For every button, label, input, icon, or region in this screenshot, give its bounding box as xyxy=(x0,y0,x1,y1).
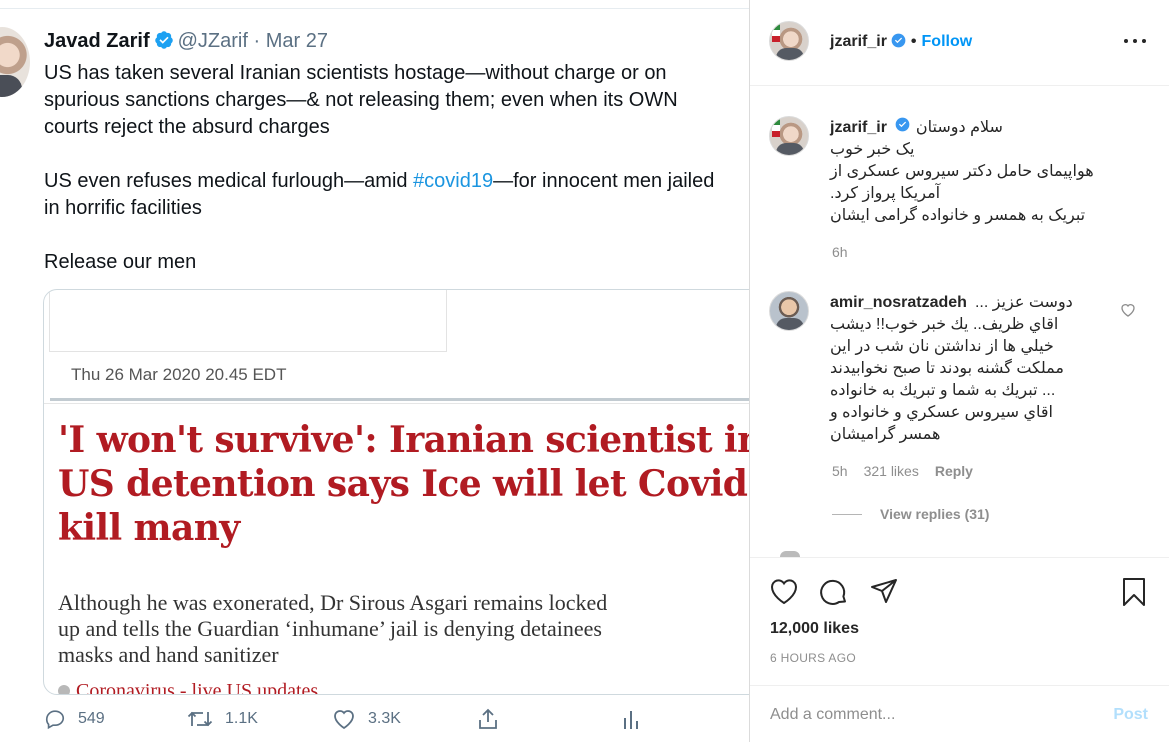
caption-text: هواپیمای حامل دکتر سیروس عسکری از xyxy=(830,163,1094,180)
post-author-username[interactable]: jzarif_ir xyxy=(830,33,887,50)
share-paper-plane-icon[interactable] xyxy=(868,576,900,608)
comment-likes[interactable]: 321 likes xyxy=(864,463,919,479)
like-icon xyxy=(334,710,354,730)
card-header-box xyxy=(49,290,447,352)
tweet-line: US has taken several Iranian scientists … xyxy=(44,62,667,84)
caption-text: سلام دوستان xyxy=(915,119,1003,136)
retweet-button[interactable]: 1.1K xyxy=(187,708,258,730)
tweet-text: US has taken several Iranian scientists … xyxy=(44,60,749,276)
tweet-date[interactable]: Mar 27 xyxy=(266,30,328,52)
add-comment-input[interactable] xyxy=(770,702,1070,728)
article-divider xyxy=(50,398,749,401)
verified-badge-icon xyxy=(154,30,174,56)
article-standfirst: Although he was exonerated, Dr Sirous As… xyxy=(58,590,749,668)
headline-line: kill many xyxy=(58,507,240,549)
avatar[interactable] xyxy=(769,116,809,156)
share-icon xyxy=(479,708,497,729)
caption-text: تبریک به همسر و خانواده گرامی ایشان xyxy=(830,207,1086,224)
post-author: jzarif_ir • Follow xyxy=(830,33,972,53)
tweet-actions: 549 1.1K 3.3K xyxy=(44,708,744,738)
comment-heart-icon[interactable] xyxy=(1120,302,1136,318)
article-divider xyxy=(44,403,749,404)
reply-button[interactable]: Reply xyxy=(935,463,973,479)
comment-text: اقاي ظريف.. يك خبر خوب!! ديشب xyxy=(830,316,1059,333)
caption-username[interactable]: jzarif_ir xyxy=(830,117,887,139)
post-actions: 12,000 likes 6 HOURS AGO xyxy=(750,557,1169,685)
retweet-icon xyxy=(187,711,213,727)
comment-time: 5h xyxy=(832,463,848,479)
tweet-separator: · xyxy=(253,30,261,52)
caption-text: آمریکا پرواز کرد. xyxy=(830,185,941,202)
reply-count: 549 xyxy=(78,710,105,727)
caption-text: یک خبر خوب xyxy=(830,141,915,158)
follow-button[interactable]: Follow xyxy=(922,33,973,50)
verified-badge-icon xyxy=(891,33,906,53)
analytics-icon xyxy=(624,711,638,729)
avatar[interactable] xyxy=(769,291,809,331)
caption-first-line: jzarif_ir سلام دوستان xyxy=(830,117,1110,139)
live-updates-link[interactable]: Coronavirus - live US updates xyxy=(58,680,319,695)
share-button[interactable] xyxy=(477,708,511,730)
like-count: 3.3K xyxy=(368,710,401,727)
standfirst-line: masks and hand sanitizer xyxy=(58,642,279,667)
standfirst-line: Although he was exonerated, Dr Sirous As… xyxy=(58,590,608,615)
comment-text: دوست عزیز ... xyxy=(974,294,1073,311)
post-caption: jzarif_ir سلام دوستان یک خبر خوب هواپیمای… xyxy=(830,117,1110,227)
avatar[interactable] xyxy=(769,21,809,61)
tweet-line: Release our men xyxy=(44,251,197,273)
post-likes[interactable]: 12,000 likes xyxy=(770,620,859,638)
tweet-line: spurious sanctions charges—& not releasi… xyxy=(44,89,678,111)
view-replies-line xyxy=(832,513,862,515)
comment-text: همسر گراميشان xyxy=(830,426,941,443)
tweet-top-divider xyxy=(0,8,749,9)
comment-text: خيلي ها از نداشتن نان شب در اين xyxy=(830,338,1054,355)
reply-icon xyxy=(45,710,65,730)
like-button[interactable]: 3.3K xyxy=(332,708,401,730)
tweet-text-segment: —for innocent men jailed xyxy=(493,170,715,192)
bookmark-icon[interactable] xyxy=(1118,576,1150,608)
comments-section: jzarif_ir سلام دوستان یک خبر خوب هواپیمای… xyxy=(750,87,1169,557)
standfirst-line: up and tells the Guardian ‘inhumane’ jai… xyxy=(58,616,602,641)
tweet-line: courts reject the absurd charges xyxy=(44,116,330,138)
post-comment-button[interactable]: Post xyxy=(1113,706,1148,724)
post-time: 6 HOURS AGO xyxy=(770,651,856,665)
tweet-line: US even refuses medical furlough—amid #c… xyxy=(44,168,749,195)
tweet-header: Javad Zarif @JZarif · Mar 27 xyxy=(44,30,328,56)
comment-first-line: amir_nosratzadeh دوست عزیز ... xyxy=(830,292,1110,314)
comment-text: اقاي سيروس عسكري و خانواده و xyxy=(830,404,1053,421)
tweet-author-name: Javad Zarif xyxy=(44,30,150,52)
retweet-count: 1.1K xyxy=(225,710,258,727)
like-heart-icon[interactable] xyxy=(768,576,800,608)
caption-time: 6h xyxy=(832,244,848,260)
reply-button[interactable]: 549 xyxy=(44,708,105,730)
comment-meta: 5h 321 likes Reply xyxy=(832,463,989,479)
analytics-button[interactable] xyxy=(622,708,652,730)
tweet-text-segment: US even refuses medical furlough—amid xyxy=(44,170,414,192)
live-dot-icon xyxy=(58,685,70,694)
caption-meta: 6h xyxy=(832,244,864,260)
live-updates-label: Coronavirus - live US updates xyxy=(76,680,319,695)
tweet-author-avatar xyxy=(0,27,30,97)
instagram-post-panel: jzarif_ir • Follow jzarif_ir سلام دوستان یک… xyxy=(749,0,1169,742)
comment-username[interactable]: amir_nosratzadeh xyxy=(830,292,967,314)
hashtag-link[interactable]: #covid19 xyxy=(413,170,493,192)
headline-line: 'I won't survive': Iranian scientist in xyxy=(58,419,749,461)
comment-text: مملكت گشنه بودند تا صبح نخوابيدند xyxy=(830,360,1064,377)
tweet-author-handle[interactable]: @JZarif xyxy=(178,30,248,52)
comment: amir_nosratzadeh دوست عزیز ... اقاي ظريف.… xyxy=(830,292,1110,446)
post-header: jzarif_ir • Follow xyxy=(750,0,1169,86)
tweet-line: in horrific facilities xyxy=(44,197,202,219)
comment-text: ... تبريك به شما و تبريك به خانواده xyxy=(830,382,1056,399)
quoted-article-card[interactable]: Thu 26 Mar 2020 20.45 EDT 'I won't survi… xyxy=(43,289,749,695)
headline-line: US detention says Ice will let Covid-19 xyxy=(58,463,749,505)
comment-bubble-icon[interactable] xyxy=(818,576,850,608)
article-date: Thu 26 Mar 2020 20.45 EDT xyxy=(71,365,287,384)
view-replies-label: View replies (31) xyxy=(880,506,990,522)
add-comment-bar: Post xyxy=(750,685,1169,742)
article-headline: 'I won't survive': Iranian scientist in … xyxy=(58,418,749,550)
tweet-screenshot: Javad Zarif @JZarif · Mar 27 US has taken… xyxy=(0,0,749,742)
view-replies-button[interactable]: View replies (31) xyxy=(832,506,989,522)
more-options-icon[interactable] xyxy=(1124,33,1148,49)
verified-badge-icon xyxy=(895,117,910,139)
